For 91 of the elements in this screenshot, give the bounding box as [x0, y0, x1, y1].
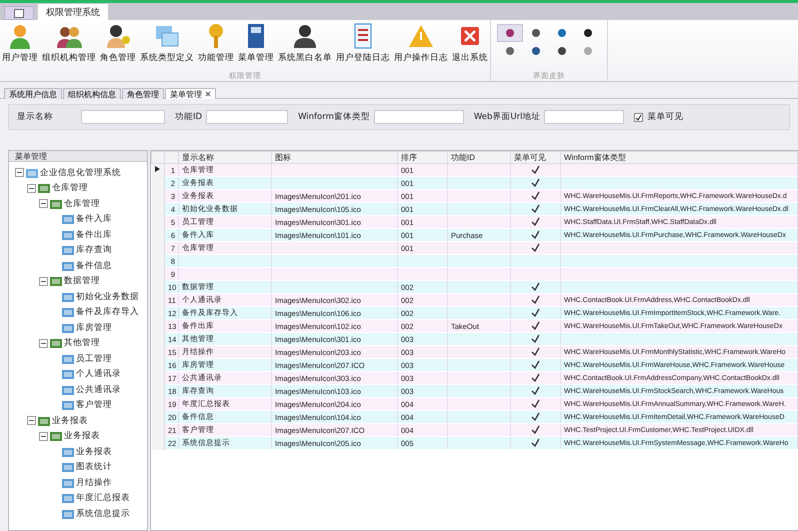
folder-icon: [38, 183, 50, 194]
folder-icon: [50, 276, 62, 286]
folder-icon: [26, 168, 38, 178]
tree-item[interactable]: 库存查询: [76, 244, 112, 256]
collapse-icon[interactable]: [39, 338, 48, 348]
tab[interactable]: 菜单管理: [165, 88, 216, 99]
folder-icon: [62, 354, 74, 364]
folder-icon: [62, 369, 74, 380]
field-label: Web界面Url地址: [474, 111, 540, 123]
tab[interactable]: 系统用户信息: [4, 88, 62, 99]
ribbon-button[interactable]: 系统黑白名单: [276, 20, 334, 71]
tree-item[interactable]: 个人通讯录: [76, 368, 121, 380]
row-indicator-icon: [155, 166, 160, 172]
input-field[interactable]: [206, 110, 288, 124]
ribbon-button[interactable]: 组织机构管理: [40, 20, 98, 71]
column-header[interactable]: 图标: [272, 152, 398, 164]
input-field[interactable]: [81, 110, 165, 124]
folder-icon: [62, 478, 74, 488]
folder-icon: [62, 292, 74, 302]
tab[interactable]: 组织机构信息: [63, 88, 121, 99]
checkbox[interactable]: [634, 112, 644, 122]
app-menu-button[interactable]: [4, 6, 34, 20]
ribbon-tab[interactable]: 权限管理系统: [38, 4, 108, 20]
ribbon-button[interactable]: 角色管理: [98, 20, 138, 71]
column-header[interactable]: Winform窗体类型: [560, 152, 798, 164]
tree-item[interactable]: 数据管理: [64, 275, 100, 288]
tree-item[interactable]: 企业信息化管理系统: [40, 166, 121, 179]
column-header[interactable]: 功能ID: [448, 152, 510, 164]
collapse-icon[interactable]: [39, 276, 48, 286]
collapse-icon[interactable]: [27, 416, 36, 426]
tree-item[interactable]: 备件入库: [76, 213, 112, 226]
ribbon-button[interactable]: 用户登陆日志: [334, 20, 392, 71]
folder-icon: [50, 198, 62, 209]
window-icon: [14, 8, 24, 18]
folder-icon: [62, 245, 74, 256]
tree-item[interactable]: 员工管理: [76, 352, 112, 365]
tree-item[interactable]: 业务报表: [52, 414, 88, 427]
tree-item[interactable]: 备件及库存导入: [76, 306, 139, 318]
folder-icon: [62, 493, 74, 504]
folder-icon: [62, 307, 74, 318]
tree-item[interactable]: 年度汇总报表: [76, 492, 130, 504]
tree-item[interactable]: 仓库管理: [52, 182, 88, 194]
tree-item[interactable]: 其他管理: [64, 337, 100, 350]
checkbox-label: 菜单可见: [647, 111, 684, 123]
tree-item[interactable]: 备件出库: [76, 228, 112, 241]
column-header[interactable]: 显示名称: [178, 152, 272, 164]
folder-icon: [62, 214, 74, 224]
people-icon: [104, 22, 132, 50]
folder-icon: [62, 384, 74, 395]
close-icon[interactable]: [205, 91, 211, 97]
ribbon-button[interactable]: 菜单管理: [236, 20, 276, 71]
field-label: 功能ID: [175, 111, 202, 123]
ribbon-button[interactable]: 系统类型定义: [138, 20, 196, 71]
folder-icon: [62, 508, 74, 519]
folder-icon: [50, 338, 62, 348]
collapse-icon[interactable]: [15, 168, 24, 178]
folder-icon: [62, 446, 74, 457]
ribbon-button[interactable]: 功能管理: [196, 20, 236, 71]
folder-icon: [62, 400, 74, 410]
tree-item[interactable]: 业务报表: [64, 430, 100, 442]
tree-item[interactable]: 图表统计: [76, 461, 112, 474]
ribbon-button[interactable]: 用户管理: [0, 20, 40, 71]
tree-item[interactable]: 系统信息提示: [76, 508, 130, 520]
tree-item[interactable]: 库房管理: [76, 322, 112, 334]
tab[interactable]: 角色管理: [122, 88, 164, 99]
field-label: 显示名称: [17, 111, 54, 123]
tree-item[interactable]: 客户管理: [76, 399, 112, 412]
folder-icon: [50, 431, 62, 442]
collapse-icon[interactable]: [39, 432, 48, 441]
ribbon-button[interactable]: 用户操作日志: [392, 20, 450, 71]
tree-item[interactable]: 仓库管理: [64, 198, 100, 210]
input-field[interactable]: [544, 110, 624, 124]
tree-item[interactable]: 月结操作: [76, 476, 112, 489]
person-icon: [291, 22, 319, 50]
tree-item[interactable]: 初始化业务数据: [76, 290, 139, 303]
tree-item[interactable]: 公共通讯录: [76, 384, 121, 396]
ribbon-button[interactable]: 退出系统: [450, 20, 490, 71]
folder-icon: [62, 322, 74, 333]
folder-icon: [38, 416, 50, 426]
column-header[interactable]: 菜单可见: [510, 152, 560, 164]
input-field[interactable]: [374, 110, 464, 124]
collapse-icon[interactable]: [39, 199, 48, 208]
field-label: Winform窗体类型: [298, 111, 370, 123]
tree-item[interactable]: 备件信息: [76, 260, 112, 272]
folder-icon: [62, 260, 74, 271]
folder-icon: [62, 230, 74, 240]
collapse-icon[interactable]: [27, 184, 36, 193]
tree-item[interactable]: 业务报表: [76, 446, 112, 458]
column-header[interactable]: 排序: [398, 152, 448, 164]
folder-icon: [62, 462, 74, 472]
panel-title: 菜单管理: [9, 151, 147, 162]
